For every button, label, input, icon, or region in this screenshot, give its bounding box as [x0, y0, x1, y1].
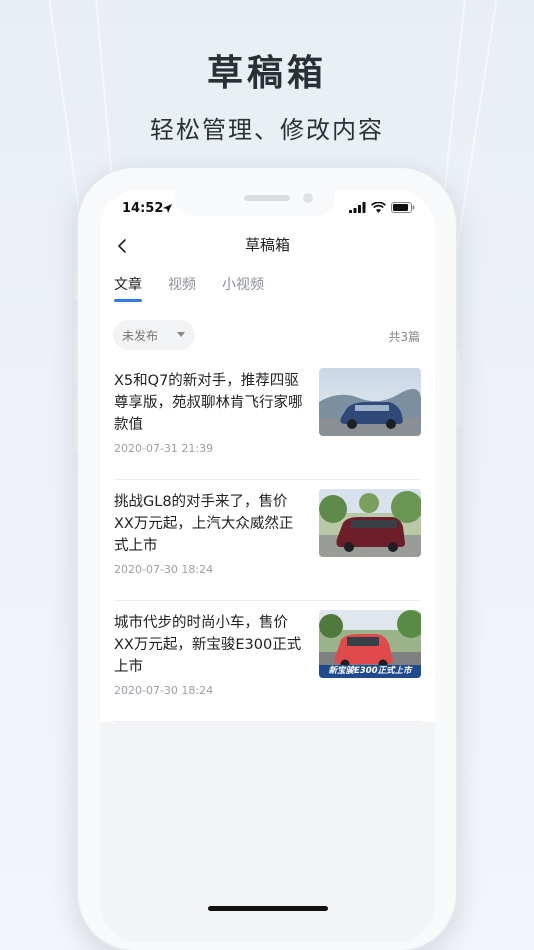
promo-title: 草稿箱: [206, 53, 327, 94]
list-item[interactable]: 城市代步的时尚小车，售价XX万元起，新宝骏E300正式上市 2020-07-30…: [114, 602, 421, 722]
tab-bar: 文章 视频 小视频: [114, 274, 264, 302]
volume-down-button: [74, 398, 78, 452]
location-arrow-icon: [163, 204, 172, 213]
status-time: 14:52: [122, 201, 164, 216]
back-button[interactable]: [110, 234, 134, 258]
article-title: 城市代步的时尚小车，售价XX万元起，新宝骏E300正式上市: [114, 615, 302, 675]
wifi-icon: [371, 202, 386, 213]
article-title: X5和Q7的新对手，推荐四驱尊享版，苑叔聊林肯飞行家哪款值: [114, 373, 303, 433]
promo-subtitle: 轻松管理、修改内容: [150, 116, 384, 144]
article-thumbnail: 新宝骏E300正式上市: [319, 610, 421, 678]
home-indicator[interactable]: [208, 906, 328, 911]
battery-icon: [391, 202, 415, 213]
article-date: 2020-07-30 18:24: [114, 563, 214, 576]
volume-up-button: [74, 328, 78, 382]
power-button: [456, 348, 460, 428]
article-thumbnail: [319, 489, 421, 557]
article-thumbnail: [319, 368, 421, 436]
mute-switch: [74, 272, 78, 300]
cellular-signal-icon: [349, 202, 366, 213]
chevron-left-icon: [118, 239, 126, 253]
nav-title: 草稿箱: [244, 236, 290, 254]
list-item[interactable]: X5和Q7的新对手，推荐四驱尊享版，苑叔聊林肯飞行家哪款值 2020-07-31…: [114, 360, 421, 480]
speaker-grille: [244, 195, 290, 201]
status-filter-dropdown[interactable]: 未发布: [113, 320, 195, 350]
list-item[interactable]: 挑战GL8的对手来了，售价XX万元起，上汽大众威然正式上市 2020-07-30…: [114, 481, 421, 601]
phone-screen: 14:52 草稿箱 文章 视频 小视频 未发布 共3篇 X5和Q7的新对手，推荐…: [100, 190, 435, 942]
article-date: 2020-07-31 21:39: [114, 442, 214, 455]
front-camera: [303, 193, 313, 203]
status-icons: [349, 202, 415, 213]
caret-down-icon: [177, 332, 185, 337]
tab-video[interactable]: 视频: [168, 274, 196, 302]
thumbnail-caption: 新宝骏E300正式上市: [328, 666, 412, 676]
article-count: 共3篇: [388, 330, 420, 344]
article-title: 挑战GL8的对手来了，售价XX万元起，上汽大众威然正式上市: [114, 494, 294, 554]
filter-selected-label: 未发布: [122, 328, 159, 343]
article-date: 2020-07-30 18:24: [114, 684, 214, 697]
tab-article[interactable]: 文章: [114, 274, 142, 302]
tab-short-video[interactable]: 小视频: [222, 274, 264, 302]
